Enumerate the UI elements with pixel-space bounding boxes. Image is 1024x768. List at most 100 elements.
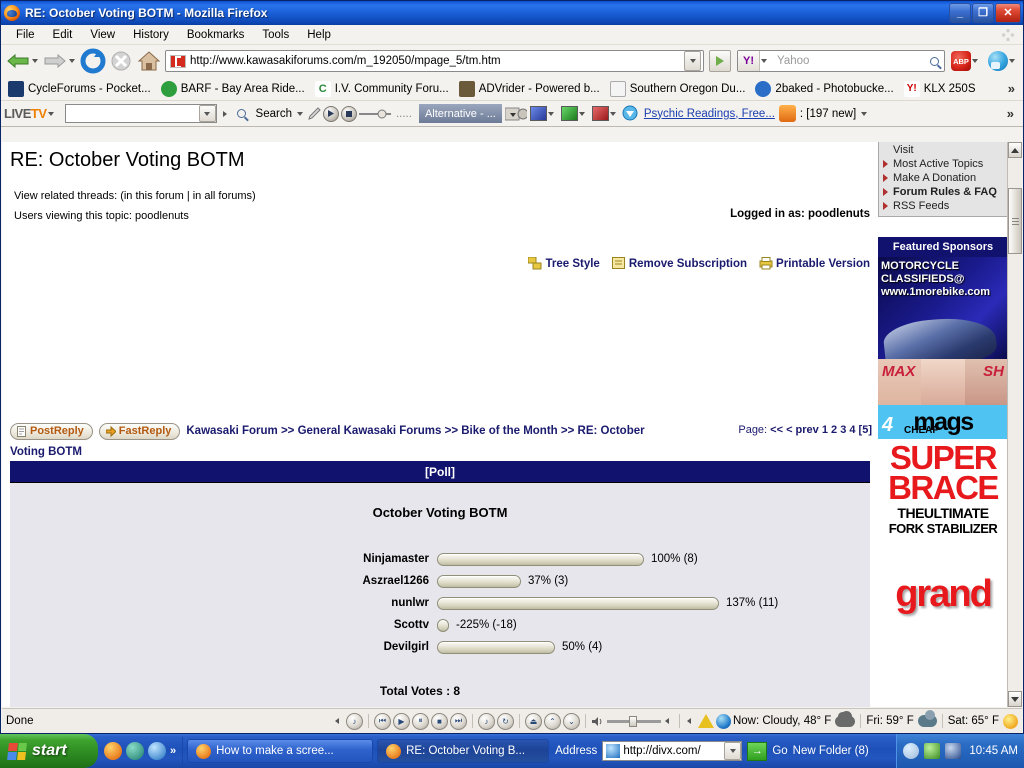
related-threads[interactable]: View related threads: (in this forum | i… (2, 172, 878, 202)
search-box[interactable]: Y! Yahoo (737, 50, 945, 72)
minimize-button[interactable]: _ (949, 3, 971, 23)
stop-media-button2[interactable]: ■ (431, 713, 448, 730)
bookmark-item[interactable]: CI.V. Community Foru... (310, 80, 454, 98)
next-track-button[interactable]: ⏭ (450, 713, 467, 730)
weather-now[interactable]: Now: Cloudy, 48° F (733, 715, 855, 727)
menu-edit[interactable]: Edit (44, 27, 82, 43)
bookmark-item[interactable]: Y!KLX 250S (899, 80, 981, 98)
music-note2-button[interactable]: ♪ (478, 713, 495, 730)
livetv-caret[interactable] (48, 112, 54, 116)
menu-tools[interactable]: Tools (253, 27, 298, 43)
livetv-blue-button[interactable] (530, 106, 547, 121)
close-button[interactable]: ✕ (995, 3, 1021, 23)
ad-super-brace[interactable]: SUPER BRACE THEULTIMATE FORK STABILIZER (878, 439, 1008, 563)
volume-slider-icon[interactable] (358, 108, 392, 120)
volume-track[interactable] (607, 720, 661, 723)
livetv-nav-caret[interactable] (223, 111, 227, 117)
address-go-button[interactable]: → (747, 742, 767, 761)
search-input[interactable]: Yahoo (771, 55, 924, 67)
scrollbar-thumb[interactable] (1008, 188, 1022, 254)
forward-dropdown-caret[interactable] (69, 59, 75, 63)
address-dropdown-button[interactable] (724, 742, 741, 760)
warning-icon[interactable] (698, 714, 714, 728)
ad-grand[interactable]: grand (878, 563, 1008, 623)
stop-media-button[interactable] (341, 106, 357, 122)
adblock-plus-icon[interactable]: ABP (951, 51, 971, 71)
livetv-search-input[interactable] (65, 104, 217, 123)
prev-track-button[interactable]: ⏮ (374, 713, 391, 730)
back-button[interactable] (5, 49, 31, 73)
play-media-button[interactable]: ▶ (393, 713, 410, 730)
livetv-blue-caret[interactable] (548, 112, 554, 116)
livetv-search-icon[interactable] (232, 104, 252, 124)
download-globe-icon[interactable] (620, 105, 640, 123)
menu-bookmarks[interactable]: Bookmarks (178, 27, 254, 43)
remove-subscription-link[interactable]: Remove Subscription (612, 257, 747, 270)
livetv-search-caret[interactable] (297, 112, 303, 116)
mail-status-label[interactable]: : [197 new] (800, 108, 856, 120)
menu-view[interactable]: View (81, 27, 124, 43)
menu-help[interactable]: Help (298, 27, 340, 43)
weather-fri[interactable]: Fri: 59° F (866, 715, 936, 727)
highlight-pen-icon[interactable] (307, 106, 322, 121)
pause-media-button[interactable]: ⏸ (412, 713, 429, 730)
url-dropdown-button[interactable] (684, 51, 701, 71)
post-reply-button[interactable]: PostReply (10, 423, 93, 440)
menu-file[interactable]: File (7, 27, 44, 43)
search-engine-caret[interactable] (761, 59, 767, 63)
breadcrumb[interactable]: Kawasaki Forum >> General Kawasaki Forum… (186, 425, 644, 437)
yahoo-search-icon[interactable]: Y! (738, 51, 760, 71)
globe-icon[interactable] (716, 714, 731, 729)
reload-button[interactable] (80, 48, 106, 74)
taskbar-clock[interactable]: 10:45 AM (966, 745, 1018, 757)
bookmark-item[interactable]: Southern Oregon Du... (605, 80, 751, 98)
bookmarks-overflow-button[interactable]: » (1002, 81, 1021, 96)
seamonkey-quicklaunch-icon[interactable] (126, 742, 144, 760)
internet-explorer-quicklaunch-icon[interactable] (148, 742, 166, 760)
taskbar-item-voting[interactable]: RE: October Voting B... (377, 739, 549, 763)
page-nav-links[interactable]: << < prev 1 2 3 4 [5] (770, 424, 872, 436)
home-button[interactable] (136, 48, 162, 74)
music-note-button[interactable]: ♪ (346, 713, 363, 730)
scroll-down-small-button[interactable]: ⌄ (563, 713, 580, 730)
go-button[interactable] (709, 50, 731, 72)
nav-visit[interactable]: Visit (883, 143, 1003, 157)
ad-motorcycle-classifieds[interactable]: MOTORCYCLE CLASSIFIEDS@ www.1morebike.co… (878, 257, 1008, 359)
menu-history[interactable]: History (124, 27, 178, 43)
nav-rss-feeds[interactable]: RSS Feeds (883, 199, 1003, 213)
play-button[interactable] (323, 106, 339, 122)
back-dropdown-caret[interactable] (32, 59, 38, 63)
new-folder-label[interactable]: New Folder (8) (793, 745, 869, 757)
start-button[interactable]: start (0, 734, 98, 768)
nav-forum-rules[interactable]: Forum Rules & FAQ (883, 185, 1003, 199)
nav-make-a-donation[interactable]: Make A Donation (883, 171, 1003, 185)
livetv-red-button[interactable] (592, 106, 609, 121)
forward-button[interactable] (42, 49, 68, 73)
livetv-green-caret[interactable] (579, 112, 585, 116)
bookmark-item[interactable]: ADVrider - Powered b... (454, 80, 605, 98)
rss-mail-icon[interactable] (779, 105, 796, 122)
weather-sat[interactable]: Sat: 65° F (948, 714, 1018, 729)
bookmark-item[interactable]: CycleForums - Pocket... (3, 80, 156, 98)
maximize-button[interactable]: ❐ (972, 3, 994, 23)
skype-caret[interactable] (1009, 59, 1015, 63)
scroll-down-button[interactable] (1008, 691, 1022, 707)
media-collapse-caret[interactable] (335, 718, 339, 724)
bookmark-item[interactable]: 2baked - Photobucke... (750, 80, 898, 98)
mail-status-caret[interactable] (861, 112, 867, 116)
livetv-red-caret[interactable] (610, 112, 616, 116)
bookmark-item[interactable]: BARF - Bay Area Ride... (156, 80, 310, 98)
printable-version-link[interactable]: Printable Version (759, 257, 870, 270)
shuffle-button[interactable]: ↻ (497, 713, 514, 730)
tray-network-icon[interactable] (945, 743, 961, 759)
psychic-readings-link[interactable]: Psychic Readings, Free... (644, 108, 775, 120)
tree-style-link[interactable]: Tree Style (528, 257, 599, 270)
abp-caret[interactable] (972, 59, 978, 63)
volume-knob[interactable] (629, 716, 637, 727)
livetv-input-dropdown[interactable] (199, 105, 216, 122)
quicklaunch-overflow[interactable]: » (170, 745, 176, 757)
livetv-search-label[interactable]: Search (256, 108, 292, 120)
taskbar-item-screenshot[interactable]: How to make a scree... (187, 739, 373, 763)
page-navigation[interactable]: Page: << < prev 1 2 3 4 [5] (738, 424, 872, 436)
scroll-up-button[interactable] (1008, 142, 1022, 158)
